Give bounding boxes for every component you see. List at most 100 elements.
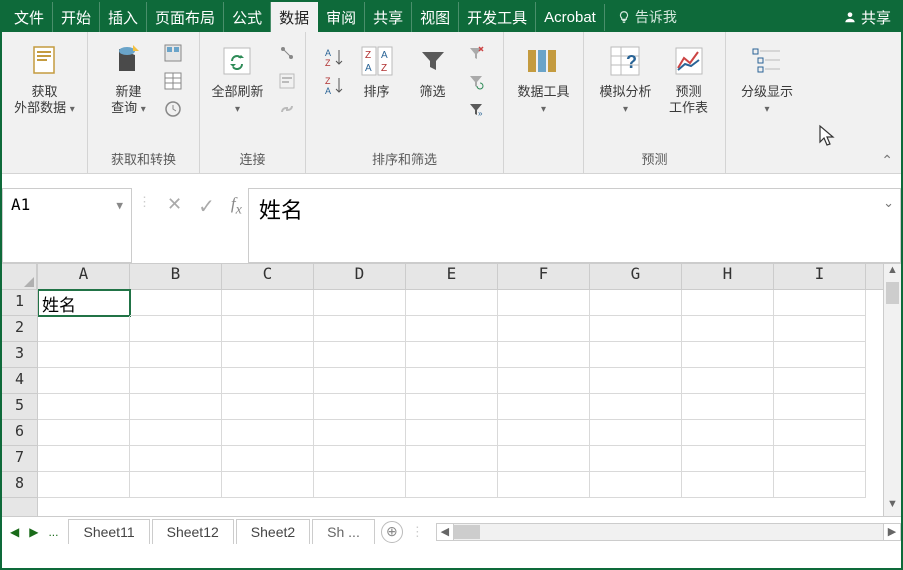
- horizontal-scrollbar[interactable]: ◀ ▶: [436, 523, 901, 541]
- cell-G3[interactable]: [590, 342, 682, 368]
- name-box[interactable]: A1 ▼: [2, 188, 132, 263]
- cell-A3[interactable]: [38, 342, 130, 368]
- enter-icon[interactable]: ✓: [198, 194, 215, 219]
- sheet-tab-1[interactable]: Sheet12: [152, 519, 234, 544]
- sort-asc-icon[interactable]: AZ: [323, 46, 345, 68]
- menu-developer[interactable]: 开发工具: [459, 2, 536, 33]
- scroll-right-icon[interactable]: ▶: [883, 523, 901, 541]
- edit-links-icon[interactable]: [276, 98, 298, 120]
- cell-G8[interactable]: [590, 472, 682, 498]
- vertical-scrollbar[interactable]: ▲ ▼: [883, 264, 901, 516]
- properties-icon[interactable]: [276, 70, 298, 92]
- cell-F5[interactable]: [498, 394, 590, 420]
- cell-B4[interactable]: [130, 368, 222, 394]
- cell-D7[interactable]: [314, 446, 406, 472]
- cancel-icon[interactable]: ✕: [167, 194, 182, 215]
- cell-F2[interactable]: [498, 316, 590, 342]
- cell-I1[interactable]: [774, 290, 866, 316]
- row-header-1[interactable]: 1: [2, 290, 37, 316]
- menu-data[interactable]: 数据: [271, 2, 318, 33]
- share-button[interactable]: 共享: [833, 7, 901, 28]
- scroll-down-icon[interactable]: ▼: [884, 498, 901, 516]
- cell-E2[interactable]: [406, 316, 498, 342]
- cell-H4[interactable]: [682, 368, 774, 394]
- cell-I5[interactable]: [774, 394, 866, 420]
- column-header-F[interactable]: F: [498, 264, 590, 289]
- show-queries-icon[interactable]: [162, 42, 184, 64]
- expand-formula-bar-icon[interactable]: ⌄: [883, 195, 894, 211]
- tab-nav-prev-icon[interactable]: ▶: [29, 525, 38, 539]
- cell-A7[interactable]: [38, 446, 130, 472]
- column-header-B[interactable]: B: [130, 264, 222, 289]
- cell-C3[interactable]: [222, 342, 314, 368]
- cell-A1[interactable]: 姓名: [38, 290, 130, 316]
- sort-button[interactable]: ZAAZ 排序: [349, 36, 405, 104]
- tab-nav-first-icon[interactable]: ◀: [10, 525, 19, 539]
- cell-E7[interactable]: [406, 446, 498, 472]
- formula-input[interactable]: 姓名 ⌄: [248, 188, 901, 263]
- cell-I2[interactable]: [774, 316, 866, 342]
- reapply-filter-icon[interactable]: [465, 70, 487, 92]
- cell-A8[interactable]: [38, 472, 130, 498]
- data-tools-button[interactable]: 数据工具▾: [509, 36, 577, 120]
- menu-view[interactable]: 视图: [412, 2, 459, 33]
- cell-A2[interactable]: [38, 316, 130, 342]
- menu-page-layout[interactable]: 页面布局: [147, 2, 224, 33]
- row-header-4[interactable]: 4: [2, 368, 37, 394]
- column-header-E[interactable]: E: [406, 264, 498, 289]
- cell-I8[interactable]: [774, 472, 866, 498]
- cell-F1[interactable]: [498, 290, 590, 316]
- cell-C2[interactable]: [222, 316, 314, 342]
- cell-A5[interactable]: [38, 394, 130, 420]
- cell-F8[interactable]: [498, 472, 590, 498]
- cell-F3[interactable]: [498, 342, 590, 368]
- column-header-H[interactable]: H: [682, 264, 774, 289]
- cell-A4[interactable]: [38, 368, 130, 394]
- new-sheet-button[interactable]: ⊕: [381, 521, 403, 543]
- row-header-8[interactable]: 8: [2, 472, 37, 498]
- cell-F7[interactable]: [498, 446, 590, 472]
- menu-home[interactable]: 开始: [53, 2, 100, 33]
- column-header-D[interactable]: D: [314, 264, 406, 289]
- cell-F6[interactable]: [498, 420, 590, 446]
- column-header-C[interactable]: C: [222, 264, 314, 289]
- cell-A6[interactable]: [38, 420, 130, 446]
- connections-icon[interactable]: [276, 42, 298, 64]
- menu-share-tab[interactable]: 共享: [365, 2, 412, 33]
- insert-function-icon[interactable]: fx: [231, 194, 242, 218]
- cell-B1[interactable]: [130, 290, 222, 316]
- cell-D8[interactable]: [314, 472, 406, 498]
- filter-button[interactable]: 筛选: [405, 36, 461, 104]
- cell-E3[interactable]: [406, 342, 498, 368]
- cell-F4[interactable]: [498, 368, 590, 394]
- new-query-button[interactable]: 新建 查询 ▾: [100, 36, 158, 120]
- select-all-corner[interactable]: [2, 264, 37, 290]
- cell-C4[interactable]: [222, 368, 314, 394]
- sheet-tab-3[interactable]: Sh ...: [312, 519, 375, 544]
- scroll-left-icon[interactable]: ◀: [436, 523, 454, 541]
- cell-H1[interactable]: [682, 290, 774, 316]
- menu-review[interactable]: 审阅: [318, 2, 365, 33]
- clear-filter-icon[interactable]: [465, 42, 487, 64]
- cell-E6[interactable]: [406, 420, 498, 446]
- cell-G2[interactable]: [590, 316, 682, 342]
- cell-E5[interactable]: [406, 394, 498, 420]
- sheet-tab-2[interactable]: Sheet2: [236, 519, 310, 544]
- column-header-A[interactable]: A: [38, 264, 130, 289]
- scroll-up-icon[interactable]: ▲: [884, 264, 901, 282]
- cell-I3[interactable]: [774, 342, 866, 368]
- forecast-sheet-button[interactable]: 预测 工作表: [660, 36, 718, 119]
- cell-B6[interactable]: [130, 420, 222, 446]
- row-header-5[interactable]: 5: [2, 394, 37, 420]
- cell-B3[interactable]: [130, 342, 222, 368]
- refresh-all-button[interactable]: 全部刷新▾: [203, 36, 271, 120]
- cell-H7[interactable]: [682, 446, 774, 472]
- recent-sources-icon[interactable]: [162, 98, 184, 120]
- cell-G4[interactable]: [590, 368, 682, 394]
- menu-file[interactable]: 文件: [2, 2, 53, 33]
- cell-H3[interactable]: [682, 342, 774, 368]
- cell-G7[interactable]: [590, 446, 682, 472]
- sort-desc-icon[interactable]: ZA: [323, 74, 345, 96]
- cell-I6[interactable]: [774, 420, 866, 446]
- cell-B5[interactable]: [130, 394, 222, 420]
